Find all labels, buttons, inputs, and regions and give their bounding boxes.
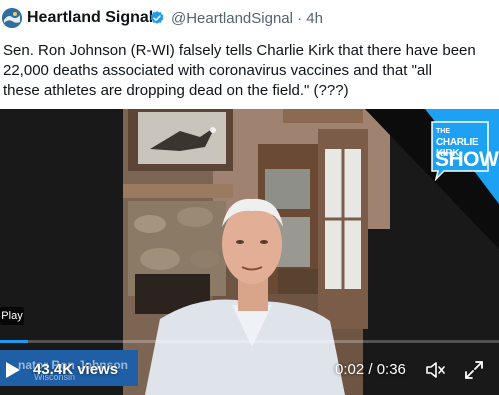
- view-count: 43.4K views: [33, 361, 119, 378]
- display-name[interactable]: Heartland Signal: [27, 9, 153, 27]
- show-logo-line1: THE: [436, 128, 450, 135]
- volume-icon[interactable]: [426, 361, 446, 379]
- fullscreen-icon[interactable]: [464, 360, 484, 380]
- heartland-signal-logo-icon[interactable]: [2, 8, 22, 28]
- show-logo-line3: SHOW: [435, 148, 499, 171]
- verified-badge-icon: [150, 11, 164, 24]
- play-icon[interactable]: [5, 361, 21, 379]
- progress-fill: [0, 340, 28, 343]
- video-player[interactable]: THE CHARLIE KIRK SHOW Play nator Ron Joh…: [0, 109, 499, 395]
- progress-bar[interactable]: [0, 340, 499, 343]
- tweet-text: Sen. Ron Johnson (R-WI) falsely tells Ch…: [3, 42, 476, 99]
- video-time: 0:02 / 0:36: [335, 361, 406, 378]
- tweet-header: Heartland Signal @HeartlandSignal · 4h: [0, 0, 499, 36]
- charlie-kirk-show-logo: THE CHARLIE KIRK SHOW: [430, 119, 499, 181]
- handle-and-timestamp[interactable]: @HeartlandSignal · 4h: [171, 10, 323, 27]
- play-badge[interactable]: Play: [0, 307, 24, 325]
